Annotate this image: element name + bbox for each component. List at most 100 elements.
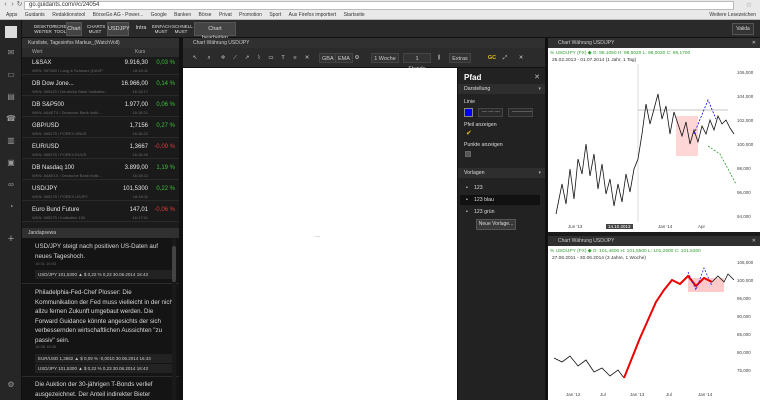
forward-icon[interactable]: › <box>9 1 16 9</box>
show-points-checkbox[interactable] <box>465 151 471 157</box>
path-icon[interactable]: ⌇ <box>255 53 263 63</box>
bookmark-star-icon[interactable]: ☆ <box>746 1 752 9</box>
back-icon[interactable]: ‹ <box>2 1 9 9</box>
price-chart-top[interactable] <box>548 64 760 232</box>
line-style-select[interactable]: — — — <box>478 108 503 117</box>
main-chart-canvas[interactable] <box>183 68 457 400</box>
bookmark-item[interactable]: Promotion <box>239 11 262 20</box>
line-color-swatch[interactable] <box>464 108 473 117</box>
instrument-name: USD/JPY <box>32 186 58 192</box>
section-display[interactable]: Darstellung ▾ <box>458 84 546 94</box>
topnav-button-intra[interactable]: Intra <box>133 22 149 36</box>
close-icon[interactable]: ✕ <box>752 38 756 48</box>
news-item[interactable]: Philadelphia-Fed-Chef Plosser: Die Kommu… <box>35 288 175 346</box>
column-header-price[interactable]: Kurs <box>135 48 145 57</box>
price-chart-bottom[interactable] <box>548 262 760 400</box>
gauge-icon[interactable]: ◔ <box>5 202 17 212</box>
table-row[interactable]: DB Dow Jone... WKN: 969420 / Deutsche Ban… <box>22 78 179 96</box>
y-tick: 100,000 <box>737 278 754 283</box>
magnifier-icon[interactable]: ⌕ <box>205 53 213 63</box>
reload-icon[interactable]: ↻ <box>16 1 23 9</box>
login-button[interactable]: Valida <box>732 23 754 35</box>
candlestick-icon[interactable]: ⫼ <box>435 53 443 63</box>
table-row[interactable]: EUR/USD WKN: 965275 / FOREX.EUUS 1,3667 16:… <box>22 141 179 159</box>
topnav-button-schnell[interactable]: SCHNELL MUST <box>172 22 193 36</box>
new-template-button[interactable]: Neue Vorlage... <box>476 219 516 230</box>
bookmark-item[interactable]: Google <box>151 11 167 20</box>
right-chart-bottom[interactable]: % USD/JPY (FX) ◆ O: 101,4600 H: 101,5500… <box>548 246 760 400</box>
checkmark-icon[interactable]: ✔ <box>466 129 472 137</box>
bookmark-item[interactable]: Sport <box>269 11 281 20</box>
chart-bars-icon[interactable]: ▥ <box>5 136 17 146</box>
table-row[interactable]: DB Nasdaq 100 WKN: A0AE1X / Deutsche Bank… <box>22 162 179 180</box>
table-row[interactable]: GBP/USD WKN: 965275 / FOREX.GBUS 1,7156 16:… <box>22 120 179 138</box>
envelope-icon[interactable]: ✉ <box>5 48 17 58</box>
bookmark-item[interactable]: Startseite <box>344 11 365 20</box>
line-width-select[interactable]: ———— <box>508 108 533 117</box>
template-item[interactable]: • 123 grün <box>460 207 540 217</box>
url-input[interactable]: go.guidants.com/#c/24054 <box>24 1 734 10</box>
extras-select[interactable]: Extras <box>449 53 471 63</box>
text-icon[interactable]: T <box>279 53 287 63</box>
topnav-button-einfach[interactable]: EINFACH MUST <box>152 22 172 36</box>
instrument-change: 1,19 % <box>156 165 175 171</box>
close-icon[interactable]: ✕ <box>517 53 525 63</box>
settings-icon[interactable]: ⚙ <box>353 53 361 63</box>
close-icon[interactable]: ✕ <box>534 73 540 81</box>
table-row[interactable]: Euro Bund Future WKN: 965275 / Indikation… <box>22 204 179 222</box>
bookmark-item[interactable]: Redaktionstool <box>52 11 85 20</box>
table-row[interactable]: L&SAX WKN: 967583 / Lang & Schwarz (DAXP 9… <box>22 57 179 75</box>
topnav-button-chart-edit[interactable]: Chart bearbeiten <box>194 22 236 41</box>
other-bookmarks[interactable]: Weitere Lesezeichen <box>709 11 756 20</box>
rectangle-icon[interactable]: ▭ <box>267 53 275 63</box>
fibonacci-icon[interactable]: ≡ <box>291 53 299 63</box>
news-quote[interactable]: USD/JPY 101,5300 ▲ $ 0,22 % 0,23 30.06.2… <box>35 364 175 373</box>
plus-icon[interactable]: + <box>5 234 17 245</box>
avatar[interactable] <box>5 26 17 38</box>
news-quote[interactable]: USD/JPY 101,5300 ▲ $ 0,22 % 0,23 30.06.2… <box>35 270 175 279</box>
right-chart-top[interactable]: % USD/JPY (FX) ◆ O: 98,1050 H: 98,5020 L… <box>548 48 760 232</box>
topnav-button-desktop[interactable]: DESKTOP WEITER <box>34 22 55 36</box>
bookmark-item[interactable]: Guidants <box>25 11 45 20</box>
instrument-details: WKN: A0AET0 / Deutsche Bank Indik... <box>32 110 102 115</box>
template-item[interactable]: • 123 blau <box>460 195 540 205</box>
news-scrollbar-thumb[interactable] <box>172 246 176 282</box>
phone-icon[interactable]: ☎ <box>5 114 17 124</box>
indicator-gba-button[interactable]: GBA <box>319 53 337 63</box>
table-row[interactable]: DB S&P500 WKN: A0AET0 / Deutsche Bank Ind… <box>22 99 179 117</box>
news-item[interactable]: USD/JPY steigt nach positiven US-Daten a… <box>35 242 175 261</box>
y-tick: 98,000 <box>737 166 751 171</box>
news-quote[interactable]: EUR/USD 1,3682 ▲ $ 0,09 % -0,0010 30.06.… <box>35 354 175 363</box>
crosshair-icon[interactable]: ✛ <box>219 53 227 63</box>
bookmark-item[interactable]: Banken <box>174 11 191 20</box>
section-templates[interactable]: Vorlagen ▾ <box>458 168 546 178</box>
cursor-icon[interactable]: ↖ <box>191 53 199 63</box>
table-row[interactable]: USD/JPY WKN: 965275 / FOREX.USJPY 101,5300… <box>22 183 179 201</box>
topnav-button-chart[interactable]: Chart <box>66 22 82 36</box>
gear-icon[interactable]: ⚙ <box>5 380 17 390</box>
bookmark-item[interactable]: Apps <box>6 11 17 20</box>
trash-icon[interactable]: ✕ <box>303 53 311 63</box>
bookmark-item[interactable]: BörseGo AG - Power... <box>93 11 144 20</box>
bookmark-item[interactable]: Börse <box>199 11 212 20</box>
trendline-icon[interactable]: ⟋ <box>231 53 239 63</box>
indicator-ema-button[interactable]: EMA <box>335 53 353 63</box>
clipboard-icon[interactable]: ▣ <box>5 158 17 168</box>
bookmark-item[interactable]: Privat <box>219 11 232 20</box>
instrument-price: 101,5300 <box>122 186 148 192</box>
news-item[interactable]: Die Auktion der 30-jährigen T-Bonds verl… <box>35 380 175 399</box>
link-icon[interactable]: ∞ <box>5 180 17 190</box>
interval-select[interactable]: 1 Stunde <box>403 53 431 72</box>
topnav-button-usdjpy[interactable]: USDJPY <box>107 22 130 36</box>
y-tick: 80,000 <box>737 350 751 355</box>
monitor-icon[interactable]: ▭ <box>5 70 17 80</box>
timeframe-select[interactable]: 1 Woche <box>371 53 399 63</box>
template-item[interactable]: • 123 <box>460 183 540 193</box>
topnav-button-charts[interactable]: CHARTS MUST <box>87 22 105 36</box>
arrow-line-icon[interactable]: ↗ <box>243 53 251 63</box>
maximize-icon[interactable]: ⤢ <box>501 53 509 63</box>
bookmark-item[interactable]: Aus Firefox importiert <box>289 11 337 20</box>
close-icon[interactable]: ✕ <box>752 236 756 246</box>
column-header-name[interactable]: Wert <box>32 48 42 57</box>
document-icon[interactable]: ▤ <box>5 92 17 102</box>
